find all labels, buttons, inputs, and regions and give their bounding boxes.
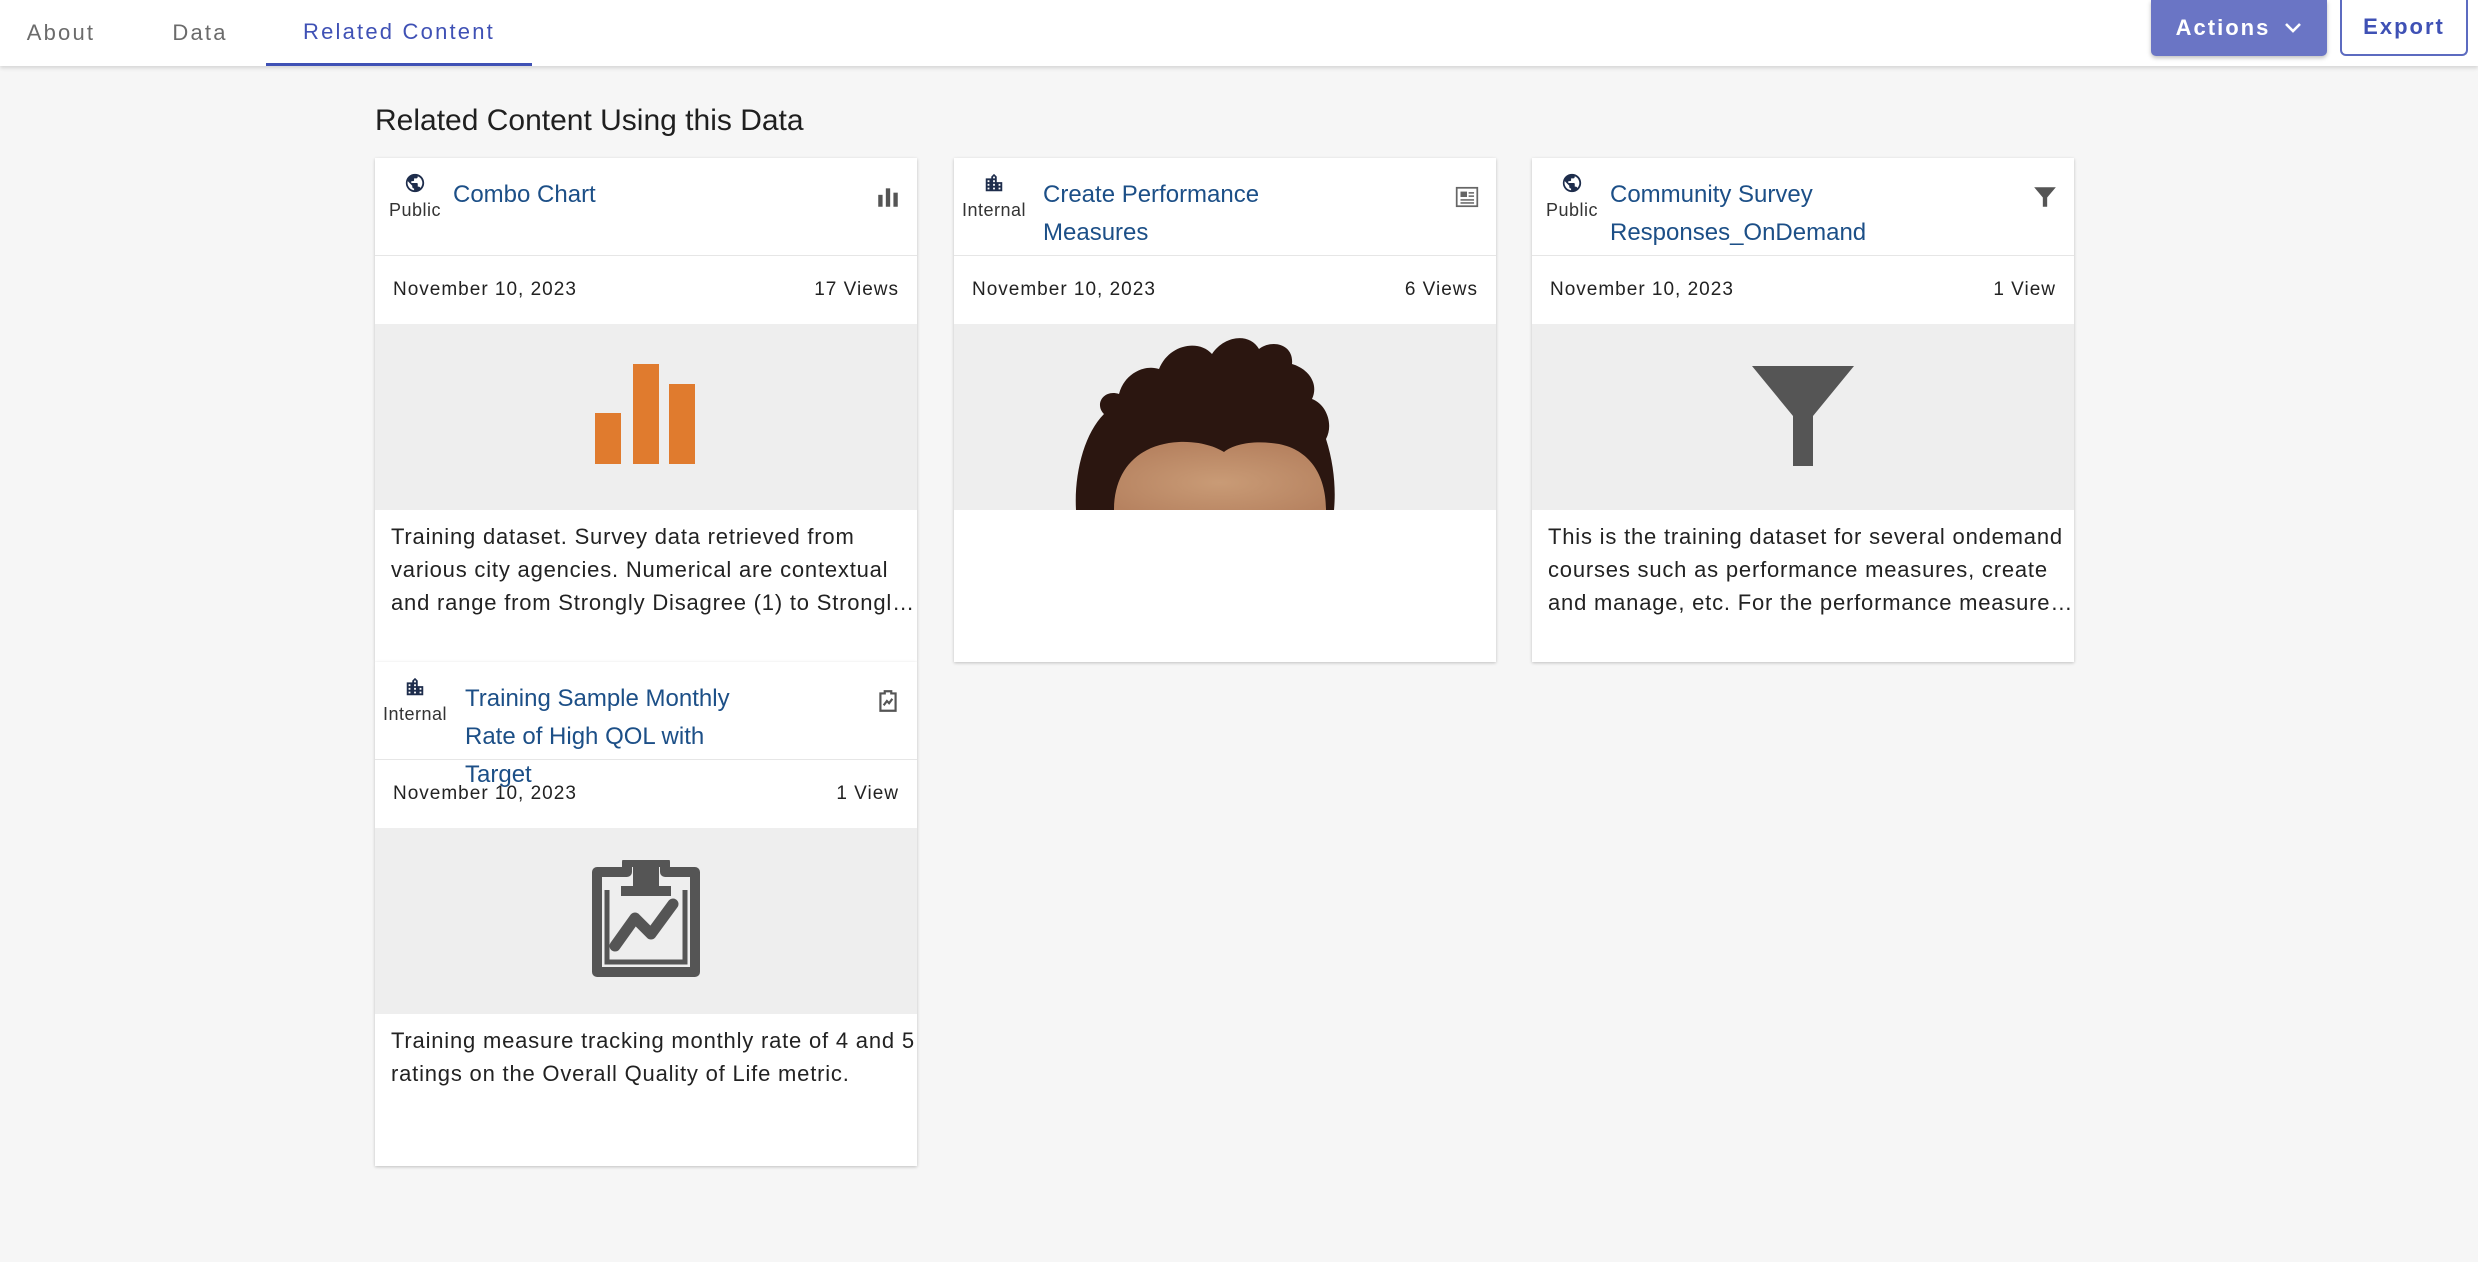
avatar-image — [1075, 338, 1335, 510]
bar-chart-icon — [878, 188, 898, 207]
tab-about[interactable]: About — [0, 0, 122, 66]
measure-icon — [879, 690, 897, 712]
card-meta: November 10, 2023 1 View — [1532, 256, 2074, 324]
content-card[interactable]: Internal Create Performance Measures Nov… — [954, 158, 1496, 662]
visibility-indicator: Public — [385, 172, 445, 221]
card-date: November 10, 2023 — [393, 783, 577, 804]
globe-icon — [1562, 173, 1582, 193]
visibility-label: Public — [388, 200, 442, 220]
card-meta: November 10, 2023 6 Views — [954, 256, 1496, 324]
card-description: This is the training dataset for several… — [1548, 524, 2063, 615]
visibility-label: Internal — [961, 200, 1027, 220]
story-icon — [1455, 186, 1479, 208]
actions-button[interactable]: Actions — [2151, 0, 2327, 56]
top-nav-bar: About Data Related Content Actions Expor… — [0, 0, 2478, 66]
card-thumbnail[interactable] — [1532, 324, 2074, 510]
visibility-indicator: Internal — [961, 172, 1027, 221]
card-thumbnail[interactable] — [375, 324, 917, 510]
card-views: 1 View — [836, 783, 899, 804]
card-thumbnail[interactable] — [375, 828, 917, 1014]
visibility-label: Public — [1545, 200, 1599, 220]
card-date: November 10, 2023 — [1550, 279, 1734, 300]
card-thumbnail[interactable] — [954, 324, 1496, 510]
card-title-link[interactable]: Create Performance Measures — [1043, 176, 1343, 252]
visibility-indicator: Public — [1542, 172, 1602, 221]
card-title-link[interactable]: Community Survey Responses_OnDemand — [1610, 176, 1910, 252]
globe-icon — [405, 173, 425, 193]
card-header: Internal Create Performance Measures — [954, 158, 1496, 256]
card-description: Training dataset. Survey data retrieved … — [391, 524, 904, 615]
actions-button-label: Actions — [2175, 15, 2271, 40]
card-views: 1 View — [1993, 279, 2056, 300]
bar-chart-thumbnail-icon — [595, 364, 695, 464]
card-header: Public Combo Chart — [375, 158, 917, 256]
card-views: 17 Views — [814, 279, 899, 300]
content-card[interactable]: Public Community Survey Responses_OnDema… — [1532, 158, 2074, 662]
card-date: November 10, 2023 — [972, 279, 1156, 300]
card-views: 6 Views — [1404, 279, 1478, 300]
card-meta: November 10, 2023 1 View — [375, 760, 917, 828]
chevron-down-icon — [2285, 23, 2302, 33]
card-date: November 10, 2023 — [393, 279, 577, 300]
content-card[interactable]: Public Combo Chart November 10, 2023 17 … — [375, 158, 917, 662]
card-meta: November 10, 2023 17 Views — [375, 256, 917, 324]
content-card[interactable]: Internal Training Sample Monthly Rate of… — [375, 662, 917, 1166]
funnel-thumbnail-icon — [1752, 366, 1854, 466]
card-header: Internal Training Sample Monthly Rate of… — [375, 662, 917, 788]
card-title-link[interactable]: Combo Chart — [453, 176, 753, 214]
visibility-indicator: Internal — [382, 676, 448, 725]
building-icon — [985, 173, 1003, 192]
section-title: Related Content Using this Data — [375, 104, 804, 137]
card-description: Training measure tracking monthly rate o… — [391, 1028, 915, 1086]
export-button[interactable]: Export — [2340, 0, 2468, 56]
tab-data[interactable]: Data — [150, 0, 250, 66]
tab-related-content[interactable]: Related Content — [266, 0, 532, 66]
measure-clipboard-thumbnail-icon — [592, 860, 700, 977]
card-header: Public Community Survey Responses_OnDema… — [1532, 158, 2074, 256]
visibility-label: Internal — [382, 704, 448, 724]
filter-icon — [2034, 187, 2056, 207]
building-icon — [406, 677, 424, 696]
